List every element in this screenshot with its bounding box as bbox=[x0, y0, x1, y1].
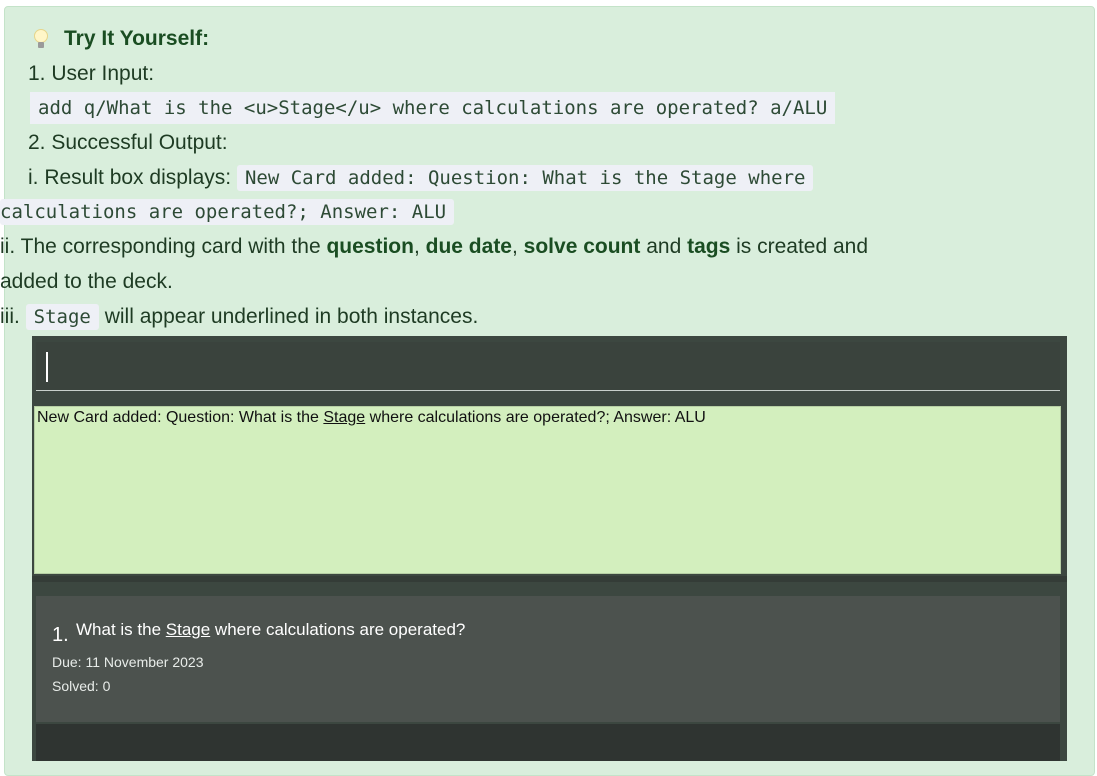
step2-label: 2. Successful Output: bbox=[28, 131, 228, 155]
step2-i-row-cont: calculations are operated?; Answer: ALU bbox=[0, 195, 1068, 230]
card-question-suffix: where calculations are operated? bbox=[210, 620, 466, 639]
app-screenshot: New Card added: Question: What is the St… bbox=[32, 336, 1067, 761]
bold-tags: tags bbox=[687, 235, 731, 259]
command-input[interactable] bbox=[36, 342, 1060, 391]
callout-content: Try It Yourself: 1. User Input: add q/Wh… bbox=[0, 22, 1068, 334]
card-index: 1. bbox=[52, 624, 69, 646]
step2-i-row: i. Result box displays: New Card added: … bbox=[28, 161, 1068, 196]
result-suffix: where calculations are operated?; Answer… bbox=[365, 409, 706, 426]
comma: , bbox=[512, 235, 524, 259]
step2-iii-prefix: iii. bbox=[0, 304, 26, 328]
result-display: New Card added: Question: What is the St… bbox=[34, 406, 1061, 574]
card-question-prefix: What is the bbox=[76, 620, 166, 639]
step2-ii-post: is created and bbox=[730, 235, 869, 259]
step1-label: 1. User Input: bbox=[28, 61, 155, 85]
callout-title-row: Try It Yourself: bbox=[28, 22, 1068, 57]
result-code-part2: calculations are operated?; Answer: ALU bbox=[0, 199, 455, 226]
bold-question: question bbox=[326, 235, 414, 259]
step2-iii-suffix: will appear underlined in both instances… bbox=[98, 304, 479, 328]
card-question: What is the Stage where calculations are… bbox=[76, 620, 465, 640]
divider bbox=[32, 576, 1067, 582]
card-question-underlined: Stage bbox=[165, 620, 211, 639]
step2-ii-text: ii. The corresponding card with the bbox=[0, 235, 327, 259]
step2-ii-row: ii. The corresponding card with the ques… bbox=[0, 230, 1068, 265]
lightbulb-icon bbox=[34, 29, 48, 49]
comma: , bbox=[413, 235, 426, 259]
card-list-item[interactable]: 1. What is the Stage where calculations … bbox=[36, 596, 1060, 722]
user-input-code: add q/What is the <u>Stage</u> where cal… bbox=[30, 92, 836, 125]
step2-iii-row: iii. Stage will appear underlined in bot… bbox=[0, 300, 1068, 335]
result-code-part1: New Card added: Question: What is the St… bbox=[236, 164, 814, 191]
result-underlined: Stage bbox=[323, 409, 366, 426]
callout-title: Try It Yourself: bbox=[64, 27, 210, 50]
result-prefix: New Card added: Question: What is the bbox=[37, 409, 324, 426]
bold-due-date: due date bbox=[425, 235, 512, 259]
text-cursor bbox=[46, 352, 48, 382]
and-word: and bbox=[640, 235, 688, 259]
card-solve-count: Solved: 0 bbox=[52, 678, 111, 694]
step2-ii-line2: added to the deck. bbox=[0, 269, 173, 293]
bold-solve-count: solve count bbox=[523, 235, 641, 259]
user-input-row: add q/What is the <u>Stage</u> where cal… bbox=[28, 91, 1068, 126]
card-due-date: Due: 11 November 2023 bbox=[52, 654, 204, 670]
step2-i-prefix: i. Result box displays: bbox=[28, 165, 237, 189]
list-bottom bbox=[36, 724, 1060, 761]
stage-code: Stage bbox=[25, 303, 99, 330]
